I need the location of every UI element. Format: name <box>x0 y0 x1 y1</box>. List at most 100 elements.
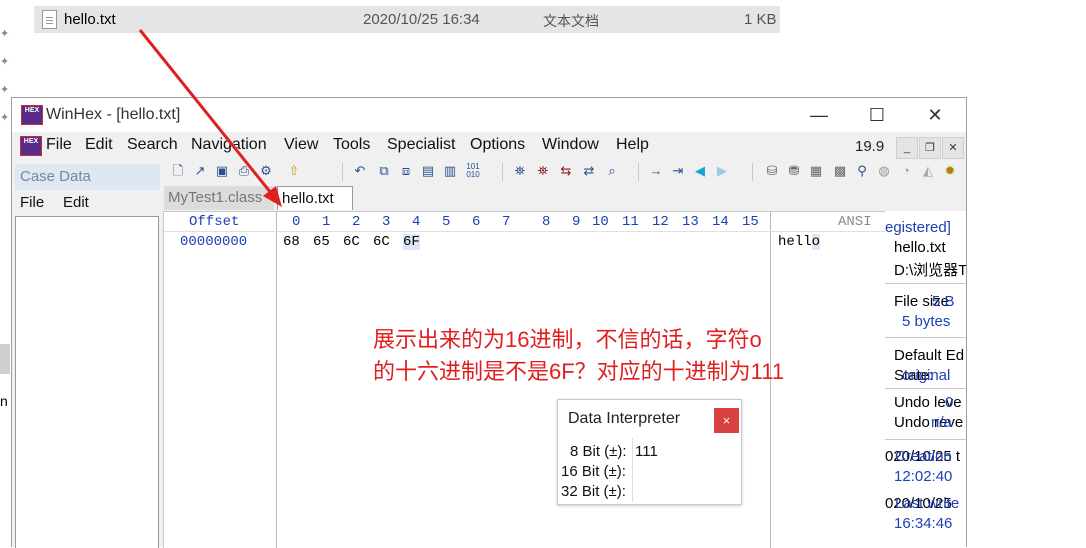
hex-convert-icon[interactable]: 101 010 <box>465 163 481 179</box>
column-header-15: 15 <box>742 214 759 230</box>
minimize-button[interactable]: — <box>804 103 834 127</box>
tab-hello-txt[interactable]: hello.txt <box>277 186 353 210</box>
paste-special-icon[interactable]: ▥ <box>442 163 458 179</box>
maximize-button[interactable]: ☐ <box>862 103 892 127</box>
settings-icon[interactable]: ◭ <box>920 163 936 179</box>
data-interpreter-title: Data Interpreter <box>568 410 681 427</box>
maximize-icon: ☐ <box>868 105 886 125</box>
replace-hex-icon[interactable]: ⇄ <box>581 163 597 179</box>
column-header-8: 8 <box>542 214 551 230</box>
info-file-size-short: 5 B <box>932 293 955 310</box>
row-offset: 00000000 <box>180 234 248 250</box>
ansi-text[interactable]: hello <box>778 234 821 250</box>
column-header-0: 0 <box>292 214 301 230</box>
hex-byte[interactable]: 6C <box>373 234 390 250</box>
replace-icon[interactable]: ⇆ <box>558 163 574 179</box>
hex-byte[interactable]: 68 <box>283 234 300 250</box>
menu-search[interactable]: Search <box>127 136 178 154</box>
explorer-nav-selection[interactable] <box>0 344 10 374</box>
info-divider <box>885 388 966 389</box>
toolbar: 🗋 ↗ ▣ ⎙ ⚙ ⇧ ↶ ⧉ ⧈ ▤ ▥ 101 010 ⛯ ⛯ ⇆ ⇄ ⌕ →… <box>162 161 966 183</box>
info-file-name: hello.txt <box>894 239 946 256</box>
close-button[interactable]: ✕ <box>920 103 950 127</box>
save-icon[interactable]: ▣ <box>214 163 230 179</box>
ansi-text-selected: o <box>811 234 821 250</box>
offset-header: Offset <box>189 214 240 230</box>
mdi-restore-button[interactable]: ❐ <box>919 137 941 159</box>
toolbar-separator <box>342 163 343 181</box>
case-menu-edit[interactable]: Edit <box>63 194 89 211</box>
menu-window[interactable]: Window <box>542 136 599 154</box>
data-interpreter-close-button[interactable]: × <box>714 408 739 433</box>
menu-bar: HEX File Edit Search Navigation View Too… <box>12 133 966 159</box>
info-last-write-time: 16:34:46 <box>894 515 953 532</box>
info-divider <box>885 439 966 440</box>
interpreter-8bit-label: 8 Bit (±): <box>570 443 627 460</box>
forward-icon[interactable]: ▶ <box>714 163 730 179</box>
toolbar-separator <box>638 163 639 181</box>
menu-tools[interactable]: Tools <box>333 136 370 154</box>
hex-byte[interactable]: 6C <box>343 234 360 250</box>
back-icon[interactable]: ◀ <box>692 163 708 179</box>
hex-byte[interactable]: 65 <box>313 234 330 250</box>
menu-navigation[interactable]: Navigation <box>191 136 267 154</box>
explorer-pin-icons: ✦ ✦ ✦ ✦ <box>0 20 10 132</box>
chart-icon[interactable]: ◔ <box>898 163 914 179</box>
menu-help[interactable]: Help <box>616 136 649 154</box>
toolbar-separator <box>502 163 503 181</box>
goto-offset-icon[interactable]: ⇥ <box>670 163 686 179</box>
calculator-icon[interactable]: ▩ <box>832 163 848 179</box>
case-menu-file[interactable]: File <box>20 194 44 211</box>
paste-icon[interactable]: ▤ <box>420 163 436 179</box>
open-icon[interactable]: ↗ <box>192 163 208 179</box>
interpreter-16bit-label: 16 Bit (±): <box>561 463 626 480</box>
hex-byte-selected[interactable]: 6F <box>403 234 420 250</box>
mdi-close-button[interactable]: ✕ <box>942 137 964 159</box>
find-text-icon[interactable]: ⌕ <box>604 163 620 179</box>
open-disk-icon[interactable]: ⛃ <box>786 163 802 179</box>
menu-options[interactable]: Options <box>470 136 525 154</box>
ram-icon[interactable]: ▦ <box>808 163 824 179</box>
info-last-write-overlay: Last write <box>895 495 960 512</box>
pin-icon: ✦ <box>0 112 10 124</box>
menu-file[interactable]: File <box>46 136 72 154</box>
version-label: 19.9 <box>855 138 885 155</box>
menu-specialist[interactable]: Specialist <box>387 136 455 154</box>
column-header-12: 12 <box>652 214 669 230</box>
undo-icon[interactable]: ↶ <box>352 163 368 179</box>
export-icon[interactable]: ⇧ <box>286 163 302 179</box>
column-header-5: 5 <box>442 214 451 230</box>
column-header-1: 1 <box>322 214 331 230</box>
menu-edit[interactable]: Edit <box>85 136 113 154</box>
column-header-7: 7 <box>502 214 511 230</box>
properties-icon[interactable]: ⚙ <box>258 163 274 179</box>
explorer-file-size: 1 KB <box>744 11 777 28</box>
pin-icon: ✦ <box>0 56 10 68</box>
find-hex-icon[interactable]: ⛯ <box>535 163 551 179</box>
winhex-doc-icon[interactable]: HEX <box>20 136 42 156</box>
gear-icon[interactable]: ✹ <box>942 163 958 179</box>
info-file-size-bytes: 5 bytes <box>902 313 951 330</box>
cut-icon[interactable]: ⧈ <box>398 163 414 179</box>
copy-icon[interactable]: ⧉ <box>376 163 392 179</box>
info-undo-level-value: 0 <box>945 394 954 411</box>
print-icon[interactable]: ⎙ <box>236 163 252 179</box>
case-data-title: Case Data <box>15 164 160 190</box>
case-tree[interactable] <box>15 216 159 548</box>
mdi-minimize-button[interactable]: _ <box>896 137 918 159</box>
info-undo-reverse: Undo reve <box>894 414 964 431</box>
binoculars-icon[interactable]: ◍ <box>876 163 892 179</box>
interpreter-8bit-value[interactable]: 111 <box>635 443 658 460</box>
menu-view[interactable]: View <box>284 136 318 154</box>
new-icon[interactable]: 🗋 <box>170 163 186 179</box>
find-icon[interactable]: ⛯ <box>512 163 528 179</box>
disk-icon[interactable]: ⛁ <box>764 163 780 179</box>
goto-icon[interactable]: → <box>648 163 664 179</box>
explorer-file-row[interactable]: hello.txt 2020/10/25 16:34 文本文档 1 KB <box>34 6 780 33</box>
zoom-icon[interactable]: ⚲ <box>854 163 870 179</box>
annotation-line-1: 展示出来的为16进制，不信的话，字符o <box>373 327 762 352</box>
info-default-edit: Default Ed <box>894 347 965 364</box>
tab-mytest1-class[interactable]: MyTest1.class <box>164 186 274 210</box>
info-file-path: D:\浏览器T <box>894 262 966 279</box>
header-divider <box>164 231 885 232</box>
